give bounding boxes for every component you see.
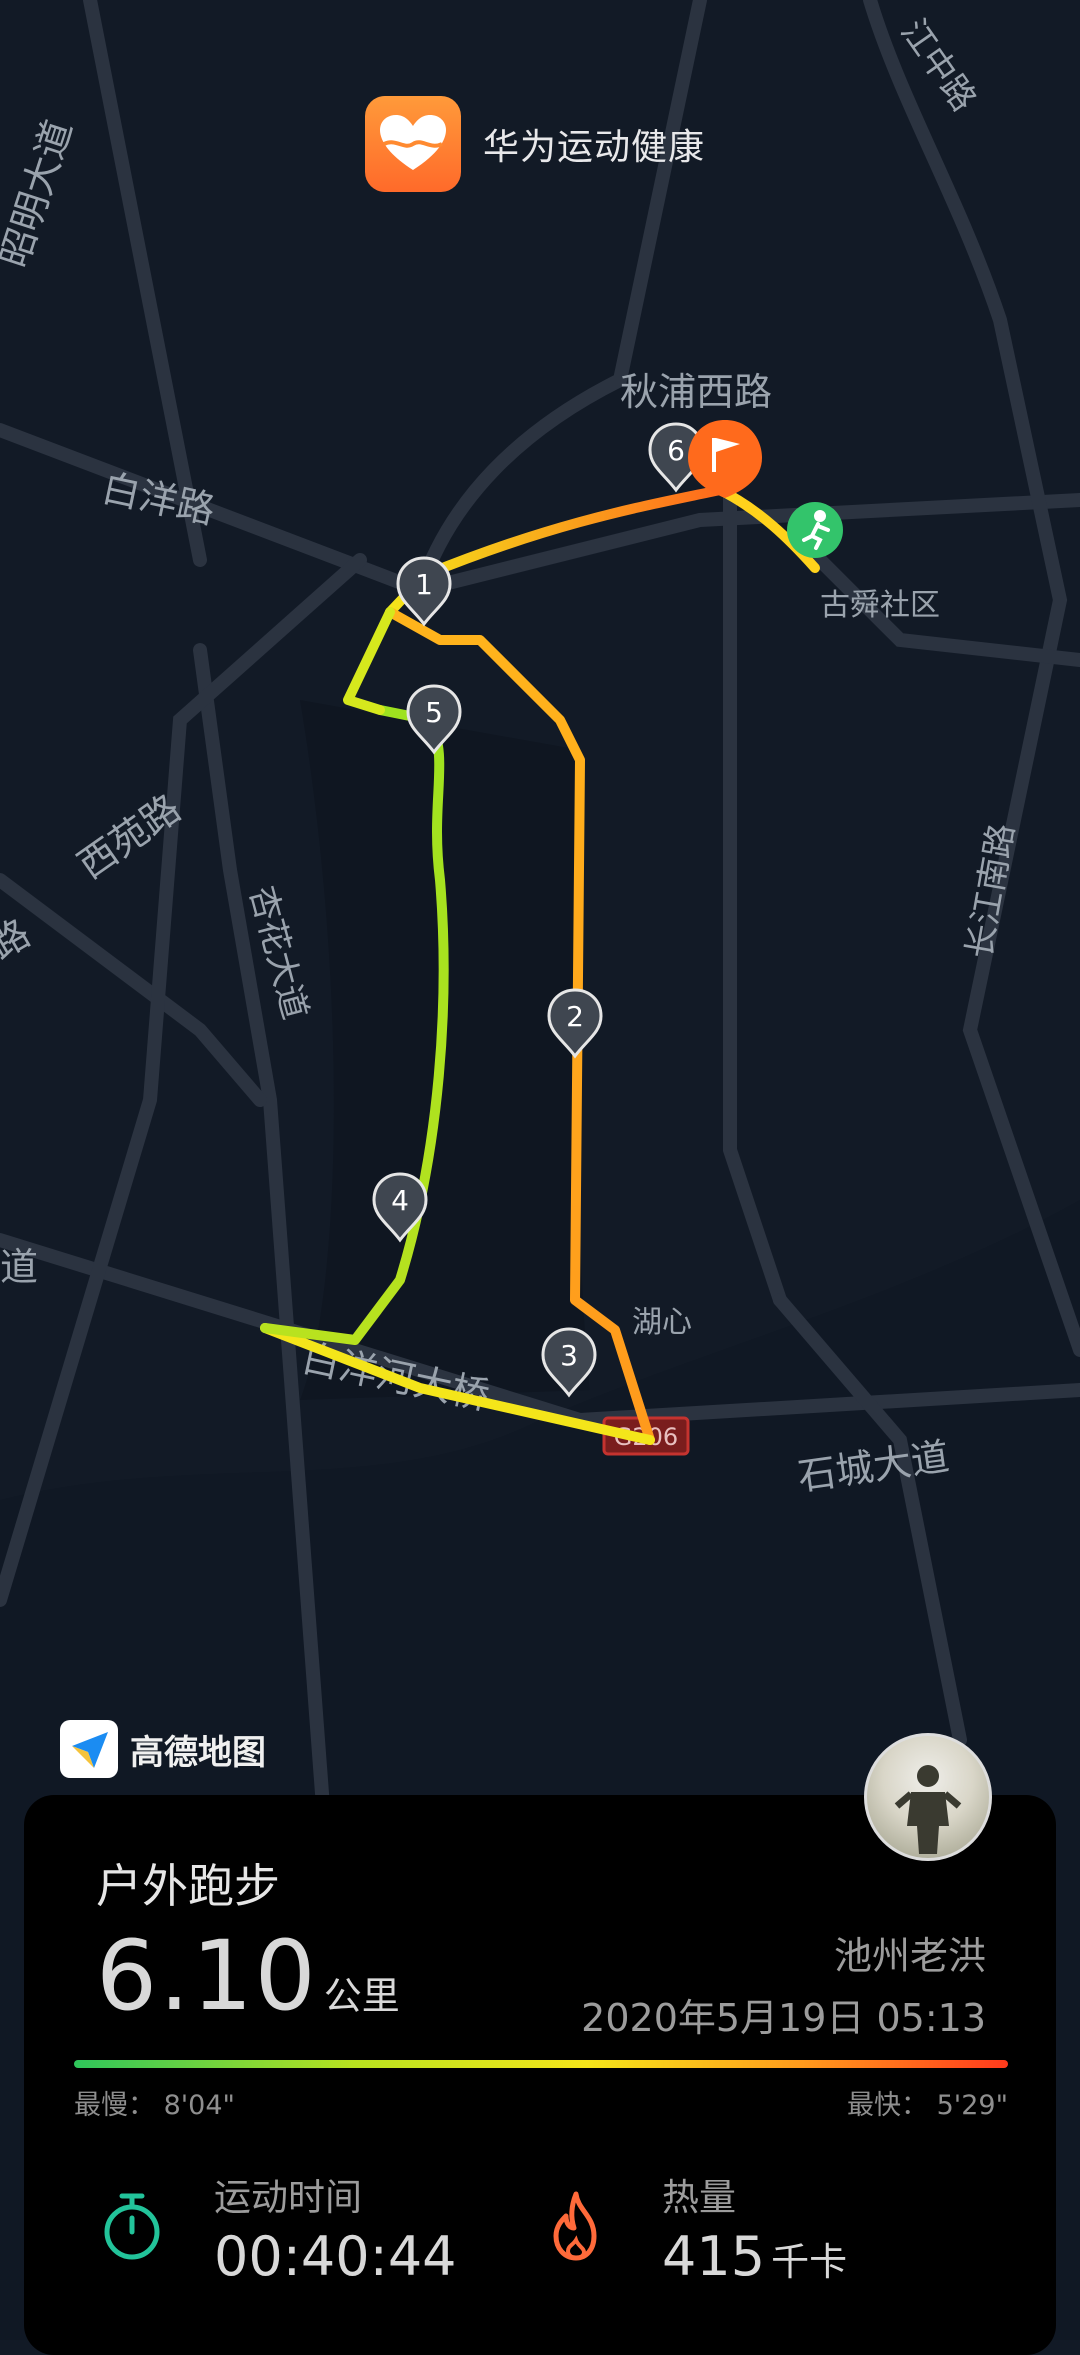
calories: 415 千卡 [662,2225,847,2288]
pace-fastest: 最快： 5'29" [847,2090,1008,2121]
workout-summary-card: 户外跑步 6.10 公里 池州老洪 2020年5月19日 05:13 最慢： 8… [24,1795,1056,2355]
calories-unit: 千卡 [771,2240,848,2284]
distance: 6.10 公里 [96,1920,400,2032]
road-label-gushun: 古舜社区 [820,588,940,623]
calories-label: 热量 [662,2176,736,2219]
map-provider-label: 高德地图 [130,1732,266,1773]
road-label-qiupu-west: 秋浦西路 [620,370,772,414]
km-marker-label: 4 [391,1184,409,1217]
avatar[interactable] [864,1733,992,1861]
heart-icon[interactable] [365,96,461,192]
start-marker[interactable] [787,502,843,558]
calories-value: 415 [662,2225,766,2288]
pace-slowest: 最慢： 8'04" [74,2090,235,2121]
sport-type: 户外跑步 [96,1859,280,1913]
km-marker-label: 2 [566,1000,584,1033]
duration-value: 00:40:44 [214,2225,457,2288]
user-name: 池州老洪 [833,1934,986,1978]
km-marker-label: 5 [425,696,443,729]
km-marker-label: 1 [415,568,433,601]
workout-date-time: 2020年5月19日 05:13 [581,1996,986,2040]
road-label-huxin: 湖心 [632,1305,692,1340]
map-provider-icon [60,1720,118,1778]
km-marker-label: 6 [667,434,685,467]
road-label-left-edge: 道 [0,1245,38,1289]
pace-gradient-bar [74,2060,1008,2068]
distance-unit: 公里 [323,1974,400,2018]
km-marker-label: 3 [560,1339,578,1372]
app-title: 华为运动健康 [483,127,706,168]
distance-value: 6.10 [96,1920,318,2032]
stopwatch-icon [104,2193,160,2260]
flame-icon [553,2191,597,2261]
duration-label: 运动时间 [214,2176,362,2219]
map-provider: 高德地图 [60,1720,266,1778]
app-header: 华为运动健康 [365,96,705,192]
